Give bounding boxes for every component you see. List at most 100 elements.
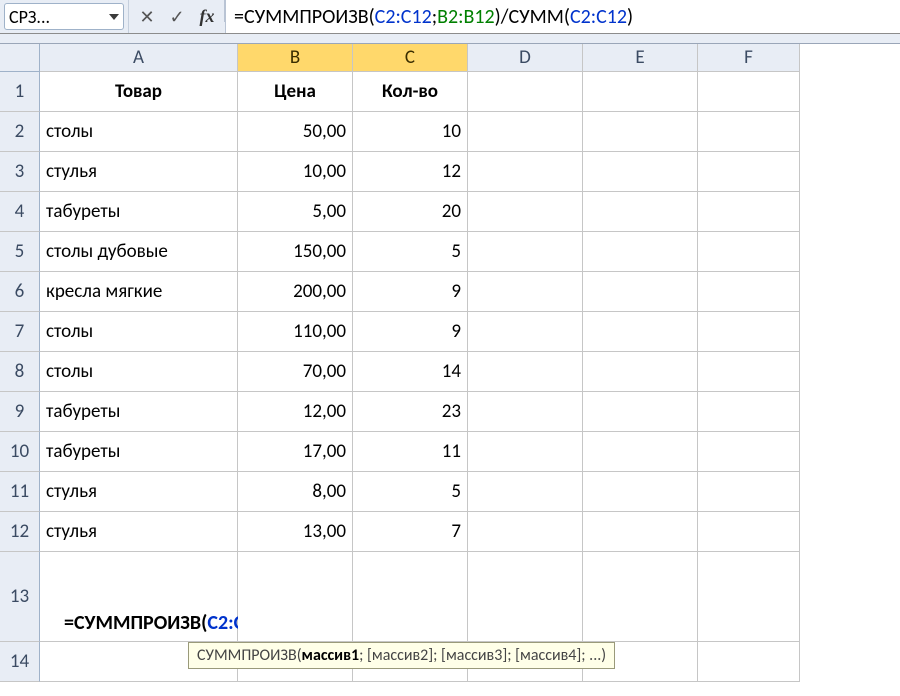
cell[interactable]: табуреты xyxy=(40,392,238,432)
cell[interactable]: Цена xyxy=(238,72,353,112)
cell[interactable] xyxy=(583,112,698,152)
cell[interactable] xyxy=(468,352,583,392)
row-header[interactable]: 5 xyxy=(0,232,40,272)
cell[interactable]: 110,00 xyxy=(238,312,353,352)
cell[interactable] xyxy=(698,552,800,642)
cell[interactable] xyxy=(698,392,800,432)
cell[interactable]: 8,00 xyxy=(238,472,353,512)
cell[interactable] xyxy=(698,472,800,512)
cell[interactable] xyxy=(698,112,800,152)
cell[interactable]: табуреты xyxy=(40,192,238,232)
cell[interactable] xyxy=(353,552,468,642)
row-header[interactable]: 10 xyxy=(0,432,40,472)
row-header[interactable]: 13 xyxy=(0,552,40,642)
cell[interactable] xyxy=(238,552,353,642)
cell[interactable] xyxy=(698,642,800,682)
cell[interactable] xyxy=(698,72,800,112)
row-header[interactable]: 4 xyxy=(0,192,40,232)
cell[interactable]: 9 xyxy=(353,312,468,352)
cell[interactable]: 70,00 xyxy=(238,352,353,392)
cell[interactable] xyxy=(698,152,800,192)
row-header[interactable]: 12 xyxy=(0,512,40,552)
cell[interactable]: столы xyxy=(40,112,238,152)
col-header-b[interactable]: B xyxy=(238,44,353,72)
row-header[interactable]: 1 xyxy=(0,72,40,112)
cell[interactable]: 23 xyxy=(353,392,468,432)
cell[interactable]: 17,00 xyxy=(238,432,353,472)
formula-input[interactable]: =СУММПРОИЗВ(C2:C12;B2:B12)/СУММ(C2:C12) xyxy=(225,0,900,33)
row-header[interactable]: 11 xyxy=(0,472,40,512)
enter-icon[interactable]: ✓ xyxy=(168,6,186,28)
cell[interactable]: 12 xyxy=(353,152,468,192)
cell[interactable]: стулья xyxy=(40,472,238,512)
cancel-icon[interactable]: ✕ xyxy=(138,6,156,28)
cell[interactable] xyxy=(468,512,583,552)
cell[interactable] xyxy=(698,432,800,472)
cell[interactable] xyxy=(468,72,583,112)
cell[interactable] xyxy=(468,232,583,272)
cell[interactable]: стулья xyxy=(40,512,238,552)
cell[interactable]: 12,00 xyxy=(238,392,353,432)
row-header[interactable]: 3 xyxy=(0,152,40,192)
select-all-corner[interactable] xyxy=(0,44,40,72)
row-header[interactable]: 7 xyxy=(0,312,40,352)
cell[interactable] xyxy=(583,432,698,472)
cell[interactable] xyxy=(468,152,583,192)
cell[interactable] xyxy=(583,352,698,392)
cell[interactable]: 20 xyxy=(353,192,468,232)
cell[interactable]: 5,00 xyxy=(238,192,353,232)
col-header-f[interactable]: F xyxy=(698,44,800,72)
cell[interactable] xyxy=(698,352,800,392)
cell[interactable] xyxy=(468,472,583,512)
cell[interactable] xyxy=(468,312,583,352)
cell[interactable] xyxy=(583,552,698,642)
col-header-d[interactable]: D xyxy=(468,44,583,72)
col-header-e[interactable]: E xyxy=(583,44,698,72)
cell[interactable] xyxy=(468,272,583,312)
col-header-a[interactable]: A xyxy=(40,44,238,72)
row-header[interactable]: 8 xyxy=(0,352,40,392)
col-header-c[interactable]: C xyxy=(353,44,468,72)
cell[interactable]: столы xyxy=(40,352,238,392)
cell[interactable]: столы xyxy=(40,312,238,352)
cell[interactable] xyxy=(468,192,583,232)
row-header[interactable]: 6 xyxy=(0,272,40,312)
cell[interactable] xyxy=(468,392,583,432)
cell[interactable]: столы дубовые xyxy=(40,232,238,272)
cell[interactable]: 10 xyxy=(353,112,468,152)
name-box[interactable]: СРЗ... xyxy=(4,3,124,30)
cell[interactable]: 13,00 xyxy=(238,512,353,552)
fx-icon[interactable]: fx xyxy=(198,6,216,27)
row-header[interactable]: 14 xyxy=(0,642,40,682)
cell[interactable] xyxy=(583,72,698,112)
cell[interactable]: 50,00 xyxy=(238,112,353,152)
cell[interactable]: табуреты xyxy=(40,432,238,472)
cell[interactable]: 150,00 xyxy=(238,232,353,272)
cell[interactable] xyxy=(698,192,800,232)
row-header[interactable]: 9 xyxy=(0,392,40,432)
cell[interactable]: стулья xyxy=(40,152,238,192)
cell[interactable] xyxy=(583,272,698,312)
cell[interactable] xyxy=(698,512,800,552)
cell[interactable] xyxy=(468,432,583,472)
cell[interactable] xyxy=(583,472,698,512)
cell[interactable]: кресла мягкие xyxy=(40,272,238,312)
cell[interactable] xyxy=(698,232,800,272)
cell[interactable]: 10,00 xyxy=(238,152,353,192)
cell[interactable] xyxy=(698,312,800,352)
cell[interactable]: Товар xyxy=(40,72,238,112)
cell[interactable] xyxy=(583,512,698,552)
cell[interactable]: 7 xyxy=(353,512,468,552)
cell[interactable]: 14 xyxy=(353,352,468,392)
cell[interactable] xyxy=(583,392,698,432)
cell[interactable] xyxy=(583,152,698,192)
cell[interactable]: 200,00 xyxy=(238,272,353,312)
cell[interactable]: Кол-во xyxy=(353,72,468,112)
cell[interactable]: 11 xyxy=(353,432,468,472)
cell[interactable]: 9 xyxy=(353,272,468,312)
row-header[interactable]: 2 xyxy=(0,112,40,152)
worksheet[interactable]: A B C D E F 1 Товар Цена Кол-во 2 столы … xyxy=(0,44,900,682)
active-cell[interactable]: =СУММПРОИЗВ(C2:C12;B2:B12)/СУММ(C2:C12) … xyxy=(40,552,238,642)
cell[interactable]: 5 xyxy=(353,472,468,512)
cell[interactable]: 5 xyxy=(353,232,468,272)
